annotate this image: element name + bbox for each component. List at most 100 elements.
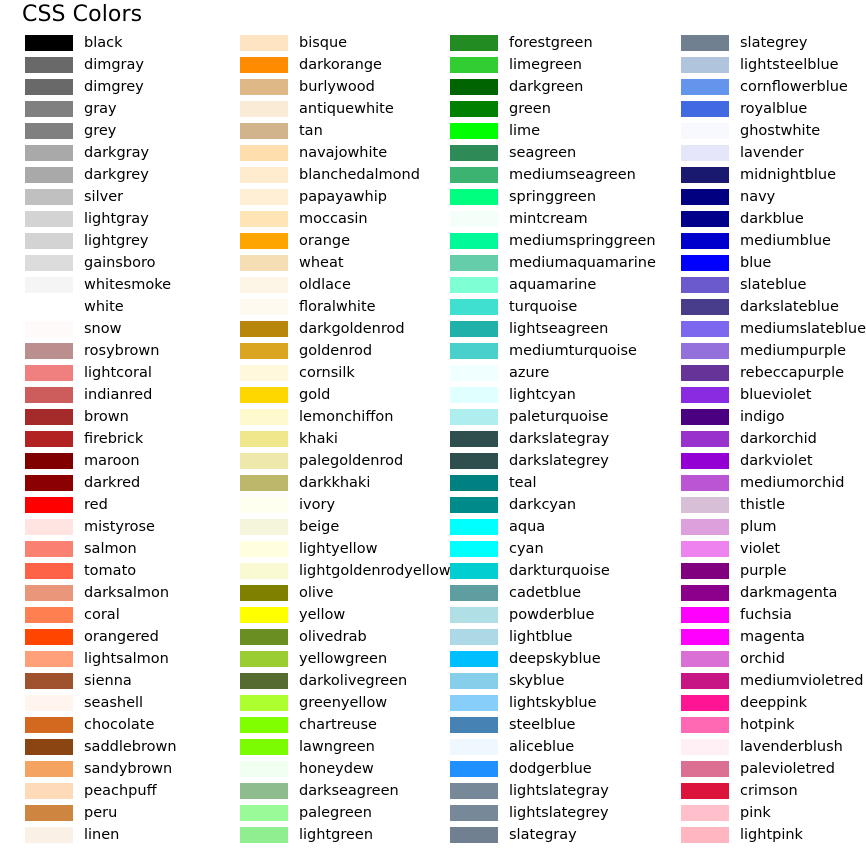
color-row: gray	[25, 98, 235, 120]
color-name-label: beige	[299, 519, 340, 535]
color-name-label: chartreuse	[299, 717, 377, 733]
color-swatch-icon	[450, 761, 498, 777]
color-row: darkturquoise	[450, 560, 680, 582]
color-swatch-icon	[681, 189, 729, 205]
color-row: fuchsia	[681, 604, 866, 626]
color-row: olive	[240, 582, 450, 604]
color-name-label: darksalmon	[84, 585, 170, 601]
color-row: lavenderblush	[681, 736, 866, 758]
color-row: darkviolet	[681, 450, 866, 472]
color-row: slateblue	[681, 274, 866, 296]
color-swatch-icon	[450, 123, 498, 139]
color-row: bisque	[240, 32, 450, 54]
color-name-label: steelblue	[509, 717, 576, 733]
color-name-label: goldenrod	[299, 343, 373, 359]
color-row: darkblue	[681, 208, 866, 230]
color-swatch-icon	[681, 651, 729, 667]
color-swatch-icon	[450, 211, 498, 227]
color-name-label: lightsteelblue	[740, 57, 839, 73]
color-row: linen	[25, 824, 235, 846]
color-name-label: lemonchiffon	[299, 409, 394, 425]
color-swatch-icon	[240, 431, 288, 447]
color-swatch-icon	[25, 629, 73, 645]
color-name-label: papayawhip	[299, 189, 387, 205]
color-row: papayawhip	[240, 186, 450, 208]
color-swatch-icon	[450, 57, 498, 73]
color-row: mediumaquamarine	[450, 252, 680, 274]
color-row: paleturquoise	[450, 406, 680, 428]
color-row: seagreen	[450, 142, 680, 164]
color-swatch-icon	[681, 233, 729, 249]
color-name-label: mediumseagreen	[509, 167, 636, 183]
color-row: thistle	[681, 494, 866, 516]
color-row: limegreen	[450, 54, 680, 76]
color-row: darkgray	[25, 142, 235, 164]
color-name-label: lime	[509, 123, 541, 139]
color-name-label: darkmagenta	[740, 585, 838, 601]
color-swatch-icon	[240, 453, 288, 469]
color-name-label: darkviolet	[740, 453, 813, 469]
color-name-label: orange	[299, 233, 351, 249]
color-row: darksalmon	[25, 582, 235, 604]
color-row: palevioletred	[681, 758, 866, 780]
color-name-label: limegreen	[509, 57, 582, 73]
color-swatch-icon	[240, 387, 288, 403]
color-swatch-icon	[240, 827, 288, 843]
color-swatch-icon	[25, 189, 73, 205]
color-name-label: sandybrown	[84, 761, 173, 777]
color-name-label: indigo	[740, 409, 785, 425]
color-name-label: cornflowerblue	[740, 79, 848, 95]
color-name-label: lightseagreen	[509, 321, 609, 337]
color-name-label: ghostwhite	[740, 123, 821, 139]
color-swatch-icon	[25, 79, 73, 95]
color-row: yellowgreen	[240, 648, 450, 670]
color-swatch-icon	[681, 629, 729, 645]
color-row: purple	[681, 560, 866, 582]
color-row: violet	[681, 538, 866, 560]
color-swatch-icon	[25, 453, 73, 469]
color-row: white	[25, 296, 235, 318]
color-name-label: floralwhite	[299, 299, 376, 315]
color-name-label: lavender	[740, 145, 804, 161]
color-name-label: mistyrose	[84, 519, 155, 535]
color-swatch-icon	[240, 541, 288, 557]
color-name-label: darkturquoise	[509, 563, 610, 579]
color-row: chartreuse	[240, 714, 450, 736]
color-swatch-icon	[681, 123, 729, 139]
color-row: hotpink	[681, 714, 866, 736]
color-swatch-icon	[25, 475, 73, 491]
color-swatch-icon	[240, 717, 288, 733]
color-row: navajowhite	[240, 142, 450, 164]
color-column-1: bisque darkorange burlywood antiquewhite tan…	[240, 32, 451, 846]
color-name-label: lightgray	[84, 211, 149, 227]
color-row: springgreen	[450, 186, 680, 208]
color-swatch-icon	[681, 453, 729, 469]
color-swatch-icon	[681, 585, 729, 601]
color-name-label: grey	[84, 123, 117, 139]
color-row: lawngreen	[240, 736, 450, 758]
color-row: ivory	[240, 494, 450, 516]
color-name-label: yellowgreen	[299, 651, 388, 667]
color-swatch-icon	[240, 365, 288, 381]
color-swatch-icon	[25, 123, 73, 139]
color-swatch-icon	[450, 651, 498, 667]
color-row: darkred	[25, 472, 235, 494]
color-swatch-icon	[681, 145, 729, 161]
color-name-label: darkgreen	[509, 79, 584, 95]
color-swatch-icon	[25, 57, 73, 73]
color-name-label: deepskyblue	[509, 651, 601, 667]
color-name-label: olive	[299, 585, 334, 601]
color-name-label: darkred	[84, 475, 141, 491]
color-swatch-icon	[25, 739, 73, 755]
color-row: darkslateblue	[681, 296, 866, 318]
color-swatch-icon	[450, 79, 498, 95]
color-name-label: darkslateblue	[740, 299, 839, 315]
color-name-label: orchid	[740, 651, 785, 667]
color-swatch-icon	[450, 431, 498, 447]
color-swatch-icon	[450, 827, 498, 843]
color-row: palegoldenrod	[240, 450, 450, 472]
color-swatch-icon	[450, 453, 498, 469]
color-name-label: palegreen	[299, 805, 372, 821]
color-swatch-icon	[240, 321, 288, 337]
color-swatch-icon	[25, 277, 73, 293]
